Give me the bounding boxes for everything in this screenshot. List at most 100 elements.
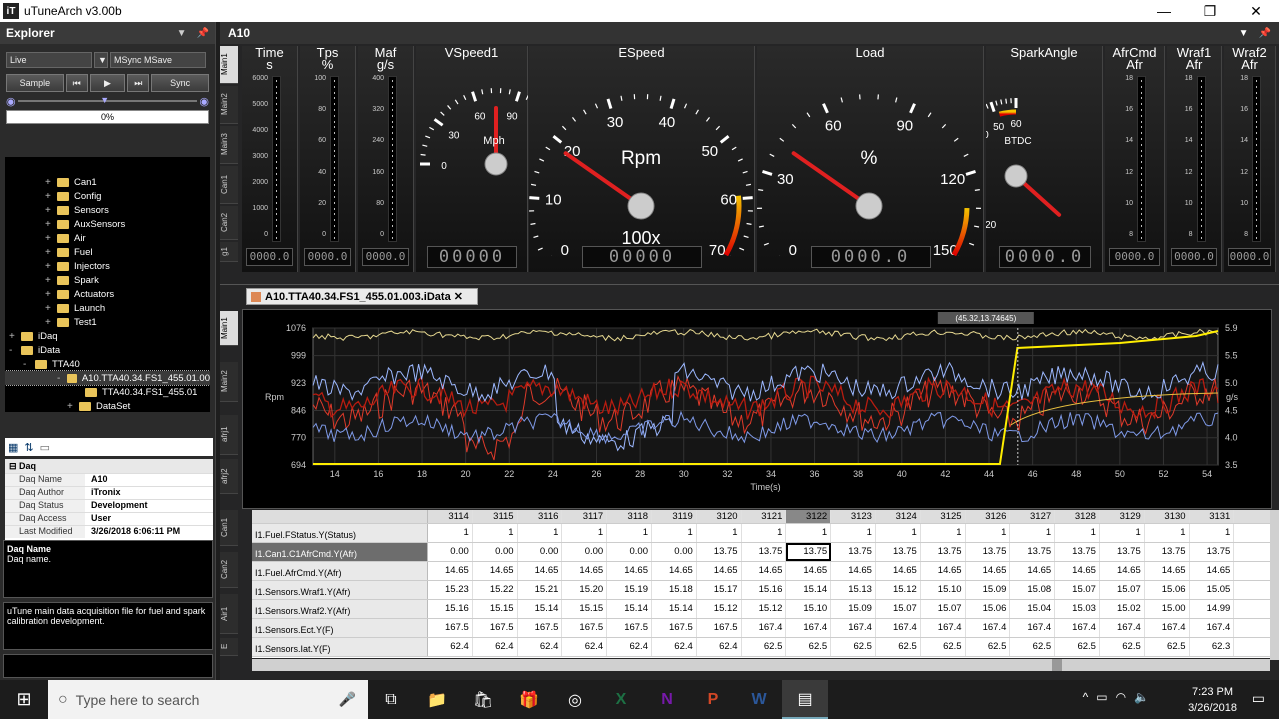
tree-item[interactable]: + Fuel: [5, 245, 210, 259]
side-tab[interactable]: Can2: [220, 206, 238, 240]
horizontal-scrollbar[interactable]: [252, 659, 1270, 671]
tree-expander-icon[interactable]: +: [45, 233, 55, 244]
table-column-header[interactable]: 3129: [1099, 510, 1145, 523]
sample-button[interactable]: Sample: [6, 74, 64, 92]
table-cell[interactable]: 15.06: [966, 600, 1011, 618]
table-cell[interactable]: 0.00: [428, 543, 473, 561]
table-column-header[interactable]: 3122: [786, 510, 832, 523]
table-cell[interactable]: 15.16: [428, 600, 473, 618]
gauge-pin-icon[interactable]: 📌: [1259, 28, 1271, 39]
table-cell[interactable]: 167.4: [921, 619, 966, 637]
microphone-icon[interactable]: 🎤: [339, 691, 356, 708]
table-column-header[interactable]: 3131: [1189, 510, 1235, 523]
table-cell[interactable]: 15.15: [562, 600, 608, 618]
tree-expander-icon[interactable]: +: [9, 331, 19, 342]
table-cell[interactable]: 14.65: [831, 562, 876, 580]
table-cell[interactable]: 15.14: [786, 581, 832, 599]
table-cell[interactable]: 13.75: [697, 543, 742, 561]
chart-tab[interactable]: afrj1: [220, 415, 238, 455]
table-cell[interactable]: 15.19: [607, 581, 652, 599]
table-row[interactable]: I1.Sensors.Wraf2.Y(Afr) 15.16 15.15 15.14 15…: [252, 600, 1270, 619]
table-cell[interactable]: 1: [607, 524, 652, 542]
table-cell[interactable]: 13.75: [876, 543, 921, 561]
table-cell[interactable]: 15.13: [831, 581, 876, 599]
table-cell[interactable]: 62.3: [1190, 638, 1235, 656]
minimize-button[interactable]: —: [1141, 0, 1187, 22]
table-cell[interactable]: 167.5: [518, 619, 563, 637]
tree-item[interactable]: + Can1: [5, 175, 210, 189]
tree-expander-icon[interactable]: +: [45, 317, 55, 328]
maximize-button[interactable]: ❐: [1187, 0, 1233, 22]
table-cell[interactable]: 167.4: [1010, 619, 1056, 637]
msync-select[interactable]: MSync MSave: [110, 52, 206, 68]
table-cell[interactable]: 1: [652, 524, 697, 542]
tree-item[interactable]: + Sensors: [5, 203, 210, 217]
table-cell[interactable]: 15.17: [697, 581, 742, 599]
chrome-icon[interactable]: ◎: [552, 680, 598, 719]
table-cell[interactable]: 62.4: [562, 638, 608, 656]
table-column-header[interactable]: 3119: [651, 510, 697, 523]
side-tab[interactable]: g1: [220, 242, 238, 262]
table-cell[interactable]: 0.00: [562, 543, 608, 561]
grid-tab[interactable]: Air1: [220, 594, 238, 634]
tree-item[interactable]: + AuxSensors: [5, 217, 210, 231]
table-cell[interactable]: 14.65: [1145, 562, 1190, 580]
table-cell[interactable]: 62.4: [428, 638, 473, 656]
tree-expander-icon[interactable]: -: [23, 359, 33, 370]
table-cell[interactable]: 0.00: [607, 543, 652, 561]
table-cell[interactable]: 14.65: [966, 562, 1011, 580]
table-cell[interactable]: 1: [966, 524, 1011, 542]
tree-item[interactable]: + Spark: [5, 273, 210, 287]
table-cell[interactable]: 15.04: [1010, 600, 1056, 618]
table-cell[interactable]: 15.07: [921, 600, 966, 618]
gift-icon[interactable]: 🎁: [506, 680, 552, 719]
tree-expander-icon[interactable]: +: [45, 247, 55, 258]
table-cell[interactable]: 1: [1055, 524, 1100, 542]
table-cell[interactable]: 62.4: [607, 638, 652, 656]
table-cell[interactable]: 167.4: [742, 619, 787, 637]
table-cell[interactable]: 0.00: [518, 543, 563, 561]
table-cell[interactable]: 62.5: [1055, 638, 1100, 656]
last-icon[interactable]: ⏭: [127, 74, 150, 92]
tree-expander-icon[interactable]: +: [45, 275, 55, 286]
property-row[interactable]: Daq Status Development: [5, 499, 213, 512]
tree-item[interactable]: - iData: [5, 343, 210, 357]
table-column-header[interactable]: 3128: [1055, 510, 1100, 523]
table-cell[interactable]: 14.65: [876, 562, 921, 580]
first-icon[interactable]: ⏮: [65, 74, 88, 92]
table-cell[interactable]: 13.75: [1190, 543, 1235, 561]
table-cell[interactable]: 1: [1145, 524, 1190, 542]
table-cell[interactable]: 1: [1100, 524, 1145, 542]
table-row[interactable]: I1.Sensors.Ect.Y(F) 167.5 167.5 167.5 167.5 1…: [252, 619, 1270, 638]
tree-item[interactable]: + Test1: [5, 315, 210, 329]
table-row-header[interactable]: I1.Sensors.Wraf1.Y(Afr): [252, 581, 428, 599]
table-row-header[interactable]: I1.Fuel.FStatus.Y(Status): [252, 524, 428, 542]
table-cell[interactable]: 15.14: [652, 600, 697, 618]
tree-item[interactable]: - A10.TTA40.34.FS1_455.01.00: [5, 370, 210, 386]
tree-expander-icon[interactable]: +: [45, 303, 55, 314]
table-row-header[interactable]: I1.Fuel.AfrCmd.Y(Afr): [252, 562, 428, 580]
table-cell[interactable]: 14.65: [1055, 562, 1100, 580]
table-row[interactable]: I1.Sensors.Iat.Y(F) 62.4 62.4 62.4 62.4 62.4 6…: [252, 638, 1270, 657]
table-row[interactable]: I1.Can1.C1AfrCmd.Y(Afr) 0.00 0.00 0.00 0.00 0…: [252, 543, 1270, 562]
clock[interactable]: 7:23 PM 3/26/2018: [1188, 684, 1237, 716]
table-column-header[interactable]: 3116: [517, 510, 563, 523]
table-cell[interactable]: 1: [1010, 524, 1056, 542]
table-cell[interactable]: 14.65: [562, 562, 608, 580]
table-cell[interactable]: 62.5: [1145, 638, 1190, 656]
table-cell[interactable]: 15.15: [473, 600, 518, 618]
table-cell[interactable]: 167.4: [1145, 619, 1190, 637]
tree-expander-icon[interactable]: +: [45, 191, 55, 202]
chart-tab[interactable]: afrj2: [220, 459, 238, 494]
table-row-header[interactable]: I1.Sensors.Wraf2.Y(Afr): [252, 600, 428, 618]
property-value[interactable]: iTronix: [85, 487, 213, 499]
table-cell[interactable]: 15.12: [697, 600, 742, 618]
table-cell[interactable]: 14.65: [921, 562, 966, 580]
table-cell[interactable]: 1: [428, 524, 473, 542]
table-cell[interactable]: 15.16: [742, 581, 787, 599]
table-cell[interactable]: 13.75: [1100, 543, 1145, 561]
side-tab[interactable]: Can1: [220, 166, 238, 204]
grid-tab[interactable]: Can1: [220, 510, 238, 546]
sort-az-icon[interactable]: ⇅: [24, 441, 33, 454]
excel-icon[interactable]: X: [598, 680, 644, 719]
